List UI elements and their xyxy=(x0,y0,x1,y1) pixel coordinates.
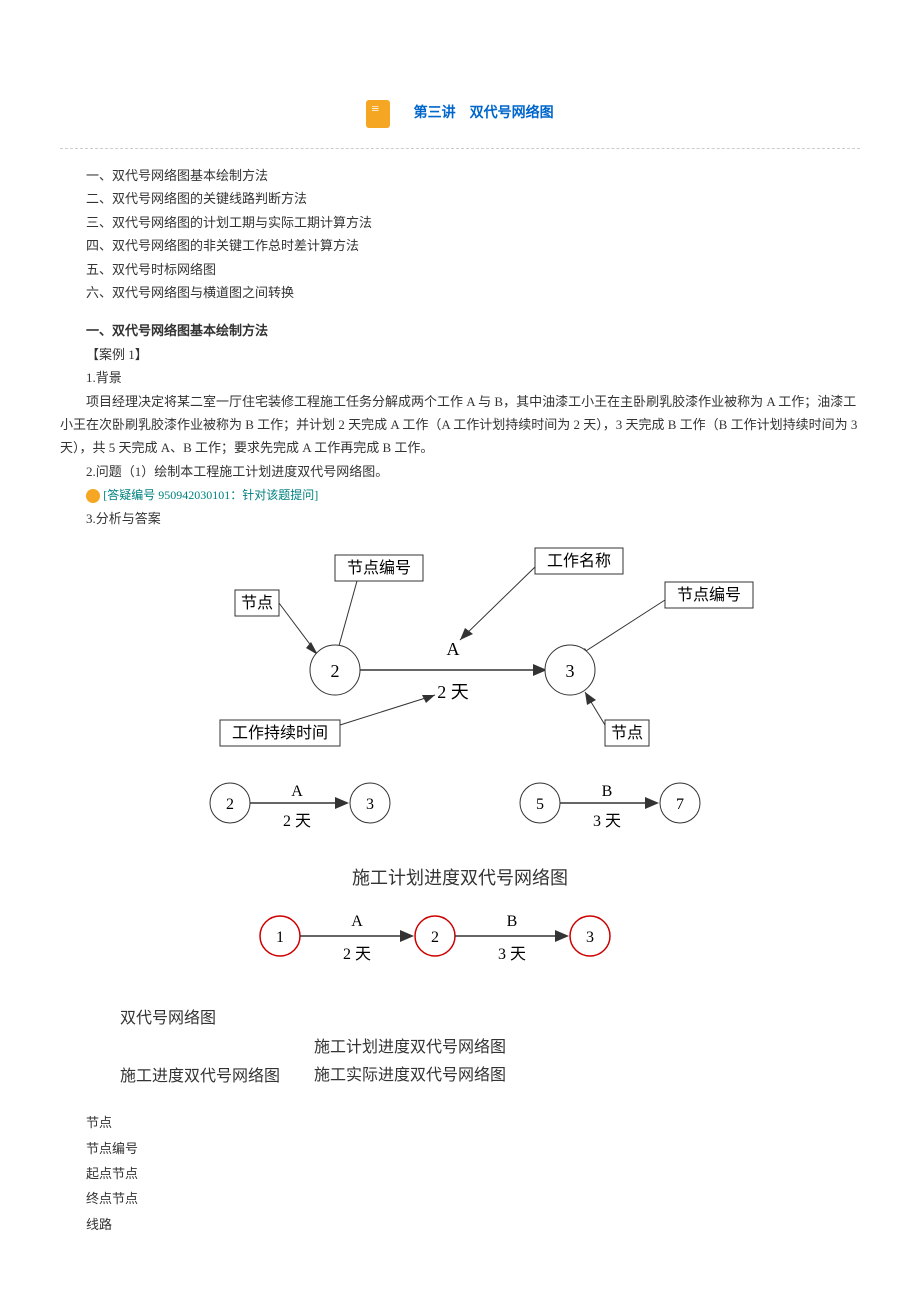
bot-db: 3 天 xyxy=(498,946,526,963)
outline-item-3: 三、双代号网络图的计划工期与实际工期计算方法 xyxy=(60,211,860,234)
diagram-svg-top: 节点 节点编号 工作名称 节点编号 2 A 2 天 3 工作持续时间 节点 xyxy=(135,540,785,750)
annot-node-num: 节点编号 xyxy=(347,559,411,577)
label-l2c: 施工实际进度双代号网络图 xyxy=(314,1067,506,1084)
term-4: 终点节点 xyxy=(60,1187,860,1210)
mid-dur-b: 3 天 xyxy=(593,813,621,830)
diagram-svg-bottom: 1 A 2 天 2 B 3 天 3 xyxy=(210,904,710,984)
term-2: 节点编号 xyxy=(60,1137,860,1160)
term-3: 起点节点 xyxy=(60,1162,860,1185)
question-link-row: ? [答疑编号 950942030101：针对该题提问] xyxy=(60,483,860,507)
question-link[interactable]: [答疑编号 950942030101：针对该题提问] xyxy=(103,488,318,502)
mid-n2: 2 xyxy=(226,796,234,813)
label-row-2: 施工进度双代号网络图 施工计划进度双代号网络图 施工实际进度双代号网络图 xyxy=(120,1034,860,1092)
mid-work-b: B xyxy=(602,783,613,800)
divider xyxy=(60,148,860,149)
diagram-svg-mid: 2 A 2 天 3 5 B 3 天 7 xyxy=(135,771,785,851)
background-label: 1.背景 xyxy=(60,366,860,389)
work-a: A xyxy=(447,639,460,659)
node-2: 2 xyxy=(331,661,340,681)
answer-label: 3.分析与答案 xyxy=(60,507,860,530)
annot-work-dur: 工作持续时间 xyxy=(232,724,328,742)
annot-node-num-2: 节点编号 xyxy=(677,586,741,604)
case-label: 【案例 1】 xyxy=(60,343,860,366)
mid-work-a: A xyxy=(291,783,303,800)
bot-da: 2 天 xyxy=(343,946,371,963)
outline-item-5: 五、双代号时标网络图 xyxy=(60,258,860,281)
mid-n7: 7 xyxy=(676,796,684,813)
annot-work-name: 工作名称 xyxy=(547,552,611,570)
background-text: 项目经理决定将某二室一厅住宅装修工程施工任务分解成两个工作 A 与 B，其中油漆… xyxy=(60,390,860,460)
page-header: 第三讲 双代号网络图 xyxy=(60,100,860,128)
bot-n1: 1 xyxy=(276,929,284,946)
annot-node-2: 节点 xyxy=(611,724,643,742)
diagram-two-networks: 2 A 2 天 3 5 B 3 天 7 施工计划进度双代号网络图 xyxy=(60,771,860,894)
document-icon xyxy=(366,100,390,128)
lecture-title: 第三讲 双代号网络图 xyxy=(414,101,554,126)
diagram-annotated: 节点 节点编号 工作名称 节点编号 2 A 2 天 3 工作持续时间 节点 xyxy=(60,540,860,761)
term-1: 节点 xyxy=(60,1111,860,1134)
outline-item-4: 四、双代号网络图的非关键工作总时差计算方法 xyxy=(60,234,860,257)
mid-n3: 3 xyxy=(366,796,374,813)
outline-item-2: 二、双代号网络图的关键线路判断方法 xyxy=(60,187,860,210)
node-3: 3 xyxy=(566,661,575,681)
section-1-title: 一、双代号网络图基本绘制方法 xyxy=(60,319,860,342)
diagram-combined: 1 A 2 天 2 B 3 天 3 xyxy=(60,904,860,995)
mid-n5: 5 xyxy=(536,796,544,813)
mid-caption: 施工计划进度双代号网络图 xyxy=(60,862,860,894)
annot-node: 节点 xyxy=(241,594,273,612)
outline-item-6: 六、双代号网络图与横道图之间转换 xyxy=(60,281,860,304)
bot-n3: 3 xyxy=(586,929,594,946)
bot-wa: A xyxy=(351,913,363,930)
terms-list: 节点 节点编号 起点节点 终点节点 线路 xyxy=(60,1111,860,1236)
bot-n2: 2 xyxy=(431,929,439,946)
mid-dur-a: 2 天 xyxy=(283,813,311,830)
label-l2b: 施工计划进度双代号网络图 xyxy=(314,1039,506,1056)
label-l2a: 施工进度双代号网络图 xyxy=(120,1067,280,1084)
dur-2: 2 天 xyxy=(437,682,469,702)
question-label: 2.问题（1）绘制本工程施工计划进度双代号网络图。 xyxy=(60,460,860,483)
bot-wb: B xyxy=(507,913,518,930)
outline-item-1: 一、双代号网络图基本绘制方法 xyxy=(60,164,860,187)
label-row-1: 双代号网络图 xyxy=(120,1005,860,1034)
question-icon: ? xyxy=(86,489,100,503)
term-5: 线路 xyxy=(60,1213,860,1236)
